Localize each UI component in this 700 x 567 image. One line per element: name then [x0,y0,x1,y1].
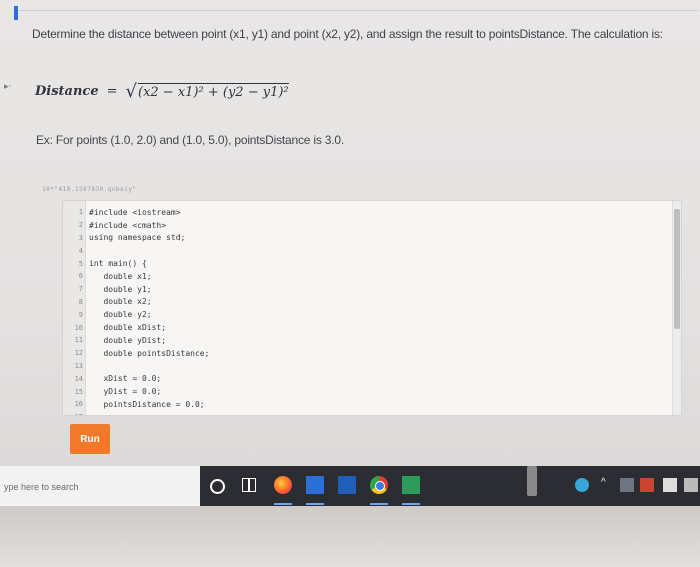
run-button[interactable]: Run [70,424,110,454]
line-number: 4 [78,246,83,255]
app-icon[interactable] [306,476,324,494]
code-line[interactable]: 9 double y2; [63,308,209,321]
code-line[interactable]: 17 [63,411,209,415]
code-text[interactable]: yDist = 0.0; [89,387,161,396]
app-icon-2[interactable] [402,476,420,494]
formula-radical: √ [125,80,137,102]
formula-lhs: Distance [35,83,99,99]
line-number: 3 [78,233,83,242]
code-text[interactable]: double xDist; [89,323,166,332]
line-number: 6 [78,272,83,281]
weather-icon[interactable] [575,478,589,492]
code-text[interactable]: double pointsDistance; [89,349,209,358]
code-line[interactable]: 4 [63,244,209,257]
code-line[interactable]: 2 #include <cmath> [63,219,209,232]
scroll-handle-icon[interactable] [527,466,537,496]
code-line[interactable]: 12 double pointsDistance; [63,347,210,360]
line-number: 14 [74,374,83,383]
distance-formula: Distance = √ (x2 − x1)² + (y2 − y1)² [35,76,289,106]
code-text[interactable]: pointsDistance = 0.0; [89,400,204,409]
volume-icon[interactable] [640,478,654,492]
code-editor[interactable]: 1 #include <iostream> 2 #include <cmath> 3 us… [62,200,682,416]
search-placeholder: ype here to search [4,482,79,492]
chrome-icon[interactable] [370,476,388,494]
code-line[interactable]: 11 double yDist; [63,334,209,347]
code-text[interactable]: double y2; [89,310,151,319]
line-number: 5 [78,259,83,268]
line-number: 2 [78,221,83,230]
code-line[interactable]: 16 pointsDistance = 0.0; [63,398,209,411]
firefox-icon[interactable] [274,476,292,494]
code-text[interactable]: xDist = 0.0; [89,374,161,383]
line-number: 17 [63,413,83,415]
code-line[interactable]: 5 int main() { [63,257,209,270]
code-line[interactable]: 15 yDist = 0.0; [63,385,209,398]
line-number: 12 [74,349,83,358]
store-icon[interactable] [338,476,356,494]
code-text[interactable]: #include <iostream> [89,208,181,217]
side-marker-icon: ▸· [4,82,12,92]
code-text[interactable]: #include <cmath> [89,221,166,230]
code-lines[interactable]: 1 #include <iostream> 2 #include <cmath> 3 us… [63,206,210,415]
editor-scroll-thumb[interactable] [674,209,680,329]
code-line[interactable]: 6 double x1; [63,270,209,283]
action-center-icon[interactable] [684,478,698,492]
taskbar: ype here to search ^ [0,466,700,506]
line-number: 8 [78,297,83,306]
monitor-bezel [0,506,700,567]
network-icon[interactable] [620,478,634,492]
line-number: 1 [78,208,83,217]
code-line[interactable]: 1 #include <iostream> [63,206,209,219]
chevron-up-icon[interactable]: ^ [601,477,615,491]
formula-equals: = [106,83,118,99]
code-text[interactable]: int main() { [89,259,147,268]
line-number: 10 [74,323,83,332]
example-text: Ex: For points (1.0, 2.0) and (1.0, 5.0)… [36,133,345,147]
code-line[interactable]: 3 using namespace std; [63,232,209,245]
task-view-icon[interactable] [242,478,256,492]
formula-radicand: (x2 − x1)² + (y2 − y1)² [138,82,289,100]
firefox-active-indicator [274,503,292,505]
line-number: 7 [78,285,83,294]
line-number: 9 [78,310,83,319]
top-accent-bar [14,6,18,20]
file-label: 10*"410.1587830.qnboiy" [42,186,137,193]
app-active-indicator [306,503,324,505]
instructions-text: Determine the distance between point (x1… [32,27,663,41]
top-divider [18,10,698,11]
line-number: 13 [74,361,83,370]
line-number: 16 [74,400,83,409]
code-text[interactable]: double yDist; [89,336,166,345]
app-2-active-indicator [402,503,420,505]
editor-scrollbar[interactable] [672,201,681,415]
code-line[interactable]: 14 xDist = 0.0; [63,372,209,385]
code-line[interactable]: 7 double y1; [63,283,209,296]
code-line[interactable]: 13 [63,360,209,373]
cortana-icon[interactable] [210,479,225,494]
code-line[interactable]: 8 double x2; [63,296,209,309]
line-number: 11 [74,336,83,345]
screen: ▸· Determine the distance between point … [0,0,700,505]
code-line[interactable]: 10 double xDist; [63,321,209,334]
code-text[interactable]: double y1; [89,285,151,294]
line-number: 15 [74,387,83,396]
code-text[interactable]: double x1; [89,272,151,281]
code-text[interactable]: double x2; [89,297,151,306]
taskbar-search-box[interactable]: ype here to search [0,466,200,506]
code-text[interactable]: using namespace std; [89,233,185,242]
notification-icon[interactable] [663,478,677,492]
chrome-active-indicator [370,503,388,505]
